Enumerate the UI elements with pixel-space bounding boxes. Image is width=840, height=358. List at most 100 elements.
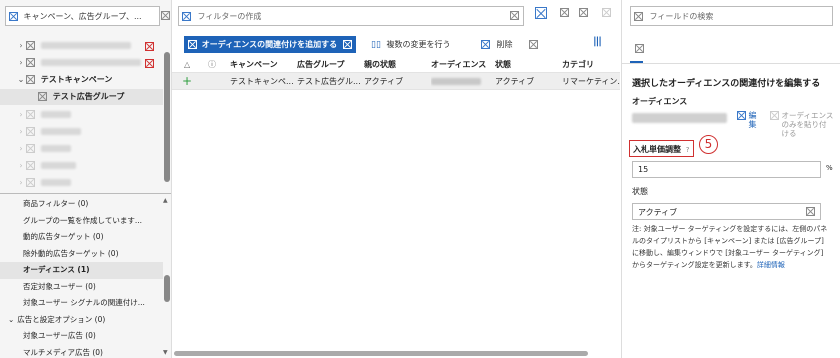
multi-change-button[interactable]: ▯▯ 複数の変更を行う (371, 36, 450, 53)
chevron-right-icon[interactable]: › (16, 38, 26, 54)
edit-title: 選択したオーディエンスの関連付けを編集する (632, 79, 821, 89)
tree-item-campaign[interactable]: ⌄ テストキャンペーン (0, 72, 163, 88)
toggle-icon[interactable] (579, 8, 588, 17)
list-item[interactable]: 除外動的広告ターゲット (0) (0, 246, 163, 263)
list-group-ads[interactable]: ⌄ 広告と設定オプション (0) (0, 312, 163, 329)
percent-unit: % (826, 164, 833, 172)
paste-label: オーディエンスのみを貼り付ける (781, 111, 834, 138)
col-campaign[interactable]: キャンペーン (230, 56, 292, 73)
account-tree: › › ⌄ テストキャンペーン テスト広告グループ › › › › › (0, 34, 163, 194)
cell-status: アクティブ (495, 77, 535, 86)
status-value: アクティブ (638, 208, 678, 217)
list-scrollbar[interactable] (164, 275, 170, 302)
col-status[interactable]: 状態 (495, 56, 557, 73)
more-icon[interactable] (529, 40, 538, 49)
audience-label: オーディエンス (632, 97, 688, 106)
add-audience-association-button[interactable]: オーディエンスの関連付けを追加する (184, 36, 356, 53)
tree-item-blurred-3[interactable]: › (0, 107, 163, 123)
status-select[interactable]: アクティブ (632, 203, 821, 220)
tree-item-blurred-1[interactable]: › (0, 38, 163, 54)
field-search-box[interactable]: フィールドの検索 (630, 6, 833, 26)
blurred-name (40, 162, 76, 169)
info-col-icon: ⓘ (208, 60, 216, 69)
col-adgroup[interactable]: 広告グループ (297, 56, 359, 73)
tree-item-blurred-6[interactable]: › (0, 158, 163, 174)
horizontal-scrollbar[interactable] (174, 351, 588, 356)
grid-toolbar: オーディエンスの関連付けを追加する ▯▯ 複数の変更を行う 削除 ||| (178, 36, 618, 54)
search-icon (9, 12, 18, 21)
clear-filter-icon[interactable] (510, 11, 519, 20)
view-icon[interactable] (535, 7, 547, 19)
col-parent-status[interactable]: 親の状態 (364, 56, 426, 73)
item-icon (26, 144, 35, 153)
tree-item-blurred-2[interactable]: › (0, 55, 163, 71)
edit-audience-link[interactable]: 編集 (737, 111, 759, 129)
chevron-right-icon[interactable]: › (16, 107, 26, 123)
list-item[interactable]: 動的広告ターゲット (0) (0, 229, 163, 246)
edit-panel: フィールドの検索 選択したオーディエンスの関連付けを編集する オーディエンス 編… (621, 0, 840, 358)
scroll-up-icon[interactable]: ▲ (163, 197, 168, 204)
list-item[interactable]: マルチメディア広告 (0) (0, 345, 163, 358)
adgroup-label: テスト広告グループ (52, 92, 125, 101)
bid-adjustment-input[interactable]: 15 (632, 161, 821, 178)
delete-label: 削除 (496, 40, 513, 49)
delete-button[interactable]: 削除 (481, 36, 513, 53)
toggle-icon[interactable] (560, 8, 569, 17)
scroll-down-icon[interactable]: ▼ (163, 349, 168, 356)
tree-item-blurred-5[interactable]: › (0, 141, 163, 157)
list-item-audience[interactable]: オーディエンス (1) (0, 262, 163, 279)
tree-search-box[interactable]: キャンペーン、広告グループ、... (5, 6, 160, 26)
tab-icon[interactable] (635, 44, 644, 53)
help-icon[interactable]: ? (686, 146, 690, 154)
columns-icon[interactable]: ||| (593, 36, 602, 47)
tab-divider (622, 63, 840, 64)
tree-scrollbar[interactable] (164, 52, 170, 182)
table-row[interactable]: + テストキャンペ... テスト広告グル... アクティブ アクティブ リマーケ… (172, 73, 620, 90)
filter-box[interactable]: フィルターの作成 (178, 6, 524, 26)
targeting-note: 注: 対象ユーザー ターゲティングを設定するには、左側のパネルのタイプリストから… (632, 223, 830, 271)
filter-icon (182, 12, 191, 21)
step-badge: 5 (699, 135, 718, 154)
list-item[interactable]: グループの一覧を作成しています... (0, 213, 163, 230)
item-icon (26, 161, 35, 170)
toggle-icon[interactable] (602, 8, 611, 17)
chevron-right-icon[interactable]: › (16, 158, 26, 174)
chevron-down-icon[interactable]: ⌄ (16, 72, 26, 88)
tree-item-adgroup[interactable]: テスト広告グループ (0, 89, 163, 105)
col-category[interactable]: カテゴリ (562, 56, 620, 73)
multi-change-label: 複数の変更を行う (386, 40, 451, 49)
list-item[interactable]: 対象ユーザー広告 (0) (0, 328, 163, 345)
tree-item-blurred-4[interactable]: › (0, 124, 163, 140)
list-item[interactable]: 商品フィルター (0) (0, 196, 163, 213)
edit-icon (737, 111, 746, 120)
add-row-icon[interactable]: + (182, 73, 192, 90)
audience-grid: △ ⓘ キャンペーン 広告グループ 親の状態 オーディエンス 状態 カテゴリ +… (172, 56, 620, 90)
tree-item-blurred-7[interactable]: › (0, 175, 163, 191)
multi-change-icon: ▯▯ (371, 40, 381, 50)
filter-placeholder: フィルターの作成 (197, 12, 262, 21)
paste-icon (770, 111, 779, 120)
chevron-right-icon[interactable]: › (16, 124, 26, 140)
chevron-right-icon[interactable]: › (16, 55, 26, 71)
list-item[interactable]: 対象ユーザー シグナルの関連付け... (0, 295, 163, 312)
splitter[interactable] (0, 193, 171, 194)
bid-label-text: 入札単価調整 (633, 145, 681, 154)
learn-more-link[interactable]: 詳細情報 (757, 261, 785, 269)
blurred-name (40, 111, 71, 118)
chevron-down-icon[interactable]: ⌄ (8, 315, 14, 324)
chevron-right-icon[interactable]: › (16, 175, 26, 191)
list-group-label: 広告と設定オプション (0) (17, 314, 106, 324)
add-icon (188, 40, 197, 49)
chevron-down-icon (806, 207, 815, 216)
chevron-right-icon[interactable]: › (16, 141, 26, 157)
col-audience[interactable]: オーディエンス (431, 56, 493, 73)
list-item[interactable]: 否定対象ユーザー (0) (0, 279, 163, 296)
warning-icon (145, 59, 154, 68)
delete-icon (481, 40, 490, 49)
blurred-name (40, 179, 71, 186)
collapse-icon[interactable] (161, 11, 170, 20)
cell-parent-status: アクティブ (364, 77, 404, 86)
item-icon (26, 41, 35, 50)
paste-audience-link[interactable]: オーディエンスのみを貼り付ける (770, 111, 834, 138)
tree-search-placeholder: キャンペーン、広告グループ、... (23, 12, 142, 21)
